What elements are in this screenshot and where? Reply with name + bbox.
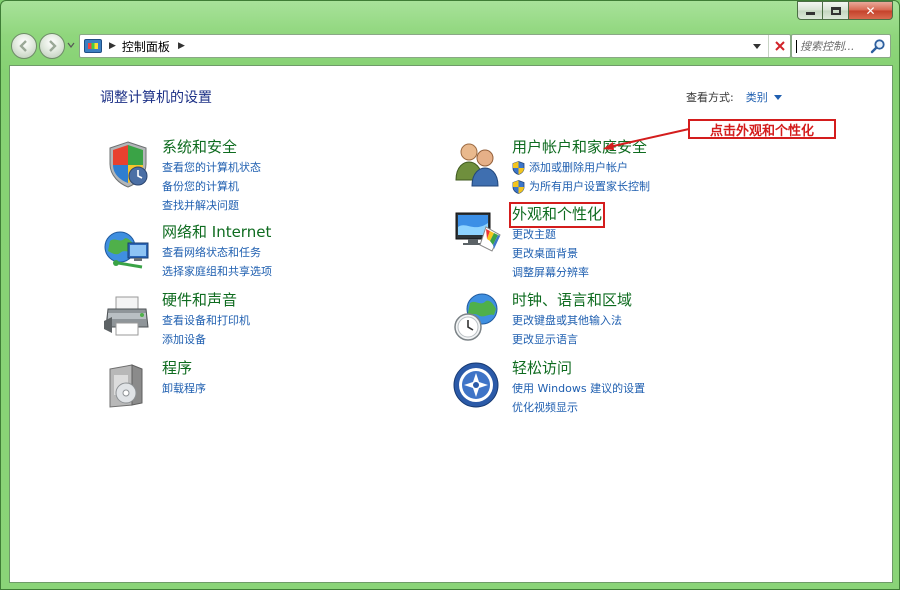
link-adjust-screen-resolution[interactable]: 调整屏幕分辨率 (512, 263, 602, 282)
category-title-network-internet[interactable]: 网络和 Internet (162, 223, 272, 243)
window-frame: ✕ ▶ 控制面板 ▶ 搜索控制... 调整计算机的设置 查看方式: 类别 系统和… (0, 0, 900, 590)
forward-button[interactable] (39, 33, 65, 59)
breadcrumb-separator-icon[interactable]: ▶ (178, 41, 185, 51)
security-shield-icon[interactable] (102, 138, 154, 190)
link-change-theme[interactable]: 更改主题 (512, 225, 602, 244)
annotation-arrow (603, 128, 690, 150)
back-button[interactable] (11, 33, 37, 59)
link-view-computer-status[interactable]: 查看您的计算机状态 (162, 158, 261, 177)
link-change-display-language[interactable]: 更改显示语言 (512, 330, 632, 349)
clock-globe-icon[interactable] (452, 291, 504, 343)
ease-of-access-icon[interactable] (452, 359, 504, 411)
back-arrow-icon (19, 40, 27, 52)
search-box[interactable] (791, 34, 891, 58)
programs-box-icon[interactable] (102, 359, 154, 411)
breadcrumb-control-panel[interactable]: 控制面板 (122, 38, 170, 55)
link-backup-computer[interactable]: 备份您的计算机 (162, 177, 261, 196)
appearance-monitor-icon[interactable] (452, 205, 504, 257)
category-body: 外观和个性化 更改主题 更改桌面背景 调整屏幕分辨率 (508, 202, 606, 282)
users-icon[interactable] (452, 138, 504, 190)
link-uninstall-program[interactable]: 卸载程序 (162, 379, 206, 398)
maximize-button[interactable] (823, 1, 849, 20)
search-input[interactable] (796, 39, 870, 53)
close-button[interactable]: ✕ (849, 1, 893, 20)
uac-shield-icon (512, 160, 525, 175)
link-troubleshoot[interactable]: 查找并解决问题 (162, 196, 261, 215)
category-body: 网络和 Internet 查看网络状态和任务 选择家庭组和共享选项 (162, 223, 272, 281)
minimize-button[interactable] (797, 1, 823, 20)
category-body: 系统和安全 查看您的计算机状态 备份您的计算机 查找并解决问题 (162, 138, 261, 215)
link-view-devices-printers[interactable]: 查看设备和打印机 (162, 311, 250, 330)
category-title-programs[interactable]: 程序 (162, 359, 206, 379)
navigation-bar: ▶ 控制面板 ▶ (9, 31, 891, 61)
category-hardware-sound: 硬件和声音 查看设备和打印机 添加设备 (102, 291, 250, 349)
network-globe-icon[interactable] (102, 223, 154, 275)
recent-pages-button[interactable] (67, 41, 75, 50)
breadcrumb-separator-icon[interactable]: ▶ (109, 41, 116, 51)
stop-icon (774, 41, 785, 51)
link-homegroup-sharing[interactable]: 选择家庭组和共享选项 (162, 262, 272, 281)
content-pane: 调整计算机的设置 查看方式: 类别 系统和安全 查看您的计算机状态 备份您的计算… (9, 65, 893, 583)
close-icon: ✕ (865, 3, 876, 18)
link-add-device[interactable]: 添加设备 (162, 330, 250, 349)
category-title-clock-language-region[interactable]: 时钟、语言和区域 (512, 291, 632, 311)
chevron-down-icon (67, 42, 75, 48)
category-title-system-security[interactable]: 系统和安全 (162, 138, 261, 158)
minimize-icon (805, 12, 815, 15)
maximize-icon (830, 6, 841, 15)
view-by-control: 查看方式: 类别 (686, 89, 782, 105)
annotation-callout: 点击外观和个性化 (688, 119, 836, 139)
control-panel-icon (84, 39, 102, 53)
address-dropdown-button[interactable] (748, 35, 766, 57)
page-title: 调整计算机的设置 (100, 90, 212, 106)
link-text[interactable]: 为所有用户设置家长控制 (529, 177, 650, 196)
address-bar[interactable]: ▶ 控制面板 ▶ (79, 34, 791, 58)
category-body: 程序 卸载程序 (162, 359, 206, 398)
link-add-remove-accounts[interactable]: 添加或删除用户帐户 (512, 158, 650, 177)
category-network-internet: 网络和 Internet 查看网络状态和任务 选择家庭组和共享选项 (102, 223, 272, 281)
category-appearance-personalization: 外观和个性化 更改主题 更改桌面背景 调整屏幕分辨率 (452, 202, 606, 282)
category-system-security: 系统和安全 查看您的计算机状态 备份您的计算机 查找并解决问题 (102, 138, 261, 215)
category-body: 时钟、语言和区域 更改键盘或其他输入法 更改显示语言 (512, 291, 632, 349)
forward-arrow-icon (49, 40, 57, 52)
view-by-dropdown[interactable]: 类别 (746, 89, 768, 105)
category-programs: 程序 卸载程序 (102, 359, 206, 411)
link-change-keyboards[interactable]: 更改键盘或其他输入法 (512, 311, 632, 330)
dropdown-arrow-icon (753, 43, 761, 49)
uac-shield-icon (512, 179, 525, 194)
category-clock-language-region: 时钟、语言和区域 更改键盘或其他输入法 更改显示语言 (452, 291, 632, 349)
category-title-appearance-personalization[interactable]: 外观和个性化 (508, 202, 606, 228)
link-windows-suggested-settings[interactable]: 使用 Windows 建议的设置 (512, 379, 645, 398)
link-parental-controls[interactable]: 为所有用户设置家长控制 (512, 177, 650, 196)
category-body: 硬件和声音 查看设备和打印机 添加设备 (162, 291, 250, 349)
link-optimize-visual-display[interactable]: 优化视频显示 (512, 398, 645, 417)
category-body: 轻松访问 使用 Windows 建议的设置 优化视频显示 (512, 359, 645, 417)
link-text[interactable]: 添加或删除用户帐户 (529, 158, 628, 177)
category-ease-of-access: 轻松访问 使用 Windows 建议的设置 优化视频显示 (452, 359, 645, 417)
search-icon[interactable] (870, 38, 886, 54)
link-view-network-status[interactable]: 查看网络状态和任务 (162, 243, 272, 262)
category-title-ease-of-access[interactable]: 轻松访问 (512, 359, 645, 379)
printer-icon[interactable] (102, 291, 154, 343)
link-change-desktop-background[interactable]: 更改桌面背景 (512, 244, 602, 263)
view-by-chevron-icon[interactable] (773, 94, 782, 100)
view-by-label: 查看方式: (686, 91, 734, 104)
category-title-hardware-sound[interactable]: 硬件和声音 (162, 291, 250, 311)
caption-buttons: ✕ (797, 1, 893, 21)
stop-button[interactable] (768, 35, 790, 57)
